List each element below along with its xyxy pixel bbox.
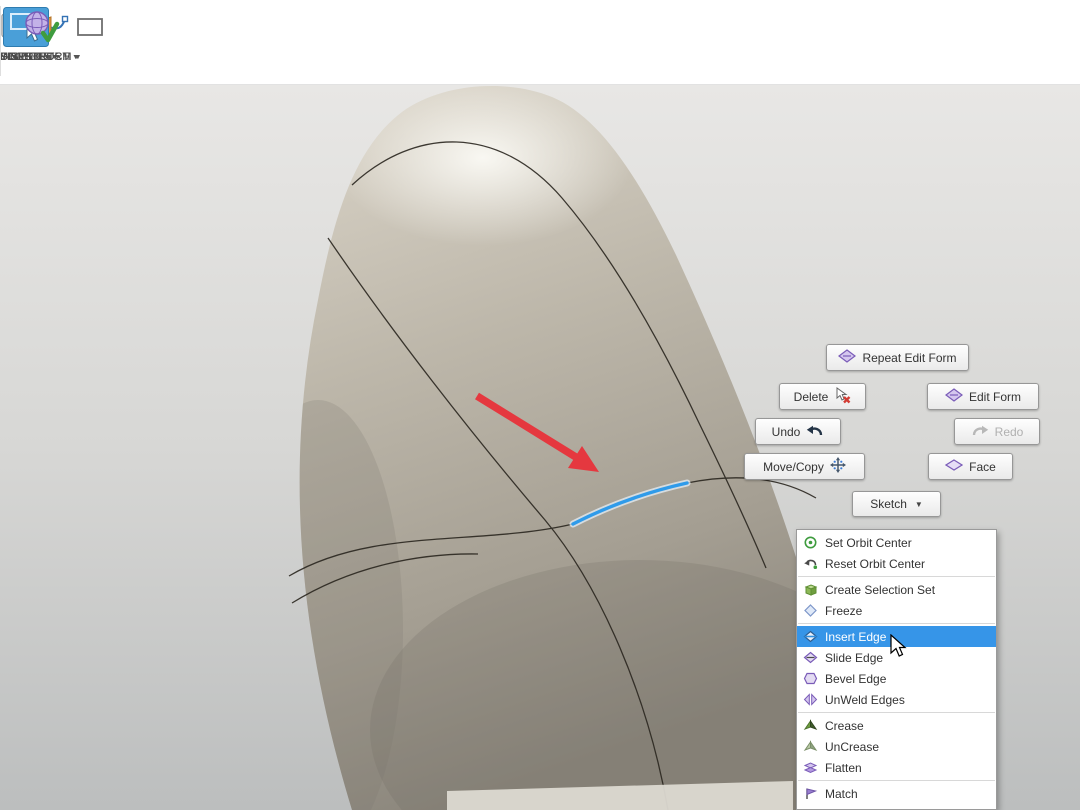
menu-item-label: Slide Edge: [825, 651, 883, 665]
menu-item-label: Crease: [825, 719, 864, 733]
context-menu: Set Orbit Center Reset Orbit Center Crea…: [796, 529, 997, 810]
toolbar-group-finish-form[interactable]: FINISH FORM ▼: [0, 0, 81, 85]
face-button[interactable]: Face: [928, 453, 1013, 480]
menu-separator: [798, 623, 995, 624]
menu-item-freeze[interactable]: Freeze: [797, 600, 996, 621]
menu-item-label: Reset Orbit Center: [825, 557, 925, 571]
menu-item-label: Match: [825, 787, 858, 801]
menu-separator: [798, 576, 995, 577]
delete-cursor-icon: [834, 387, 851, 407]
menu-item-unweld-edges[interactable]: UnWeld Edges: [797, 689, 996, 710]
button-label: Move/Copy: [763, 460, 824, 474]
freeze-icon: [803, 603, 818, 618]
redo-arrow-icon: [971, 424, 989, 440]
unweld-edges-icon: [803, 692, 818, 707]
menu-item-label: Freeze: [825, 604, 862, 618]
finish-form-sphere-check-icon[interactable]: [22, 9, 60, 45]
redo-button[interactable]: Redo: [954, 418, 1040, 445]
chevron-down-icon: ▼: [915, 500, 923, 509]
toolbar: Y ▼ UTILITIES ▼: [0, 0, 1080, 85]
menu-item-uncrease[interactable]: UnCrease: [797, 736, 996, 757]
toolbar-label-finish-form[interactable]: FINISH FORM ▼: [0, 51, 81, 63]
menu-item-slide-edge[interactable]: Slide Edge: [797, 647, 996, 668]
menu-item-label: UnCrease: [825, 740, 879, 754]
bevel-edge-icon: [803, 671, 818, 686]
menu-item-label: Insert Edge: [825, 630, 886, 644]
menu-item-match[interactable]: Match: [797, 783, 996, 804]
slide-edge-icon: [803, 650, 818, 665]
edit-form-icon: [945, 388, 963, 405]
move-copy-button[interactable]: Move/Copy: [744, 453, 865, 480]
delete-button[interactable]: Delete: [779, 383, 866, 410]
uncrease-icon: [803, 739, 818, 754]
menu-item-insert-edge[interactable]: Insert Edge: [797, 626, 996, 647]
menu-item-label: UnWeld Edges: [825, 693, 905, 707]
button-label: Redo: [995, 425, 1024, 439]
menu-item-label: Bevel Edge: [825, 672, 886, 686]
selection-set-icon: [803, 582, 818, 597]
crease-icon: [803, 718, 818, 733]
button-label: Delete: [794, 390, 829, 404]
menu-item-crease[interactable]: Crease: [797, 715, 996, 736]
undo-button[interactable]: Undo: [755, 418, 841, 445]
face-icon: [945, 459, 963, 474]
button-label: Repeat Edit Form: [862, 351, 956, 365]
menu-item-bevel-edge[interactable]: Bevel Edge: [797, 668, 996, 689]
menu-item-reset-orbit-center[interactable]: Reset Orbit Center: [797, 553, 996, 574]
repeat-edit-form-button[interactable]: Repeat Edit Form: [826, 344, 969, 371]
match-icon: [803, 786, 818, 801]
toolbar-label-text: FINISH FORM: [0, 51, 72, 63]
reset-orbit-icon: [803, 556, 818, 571]
toolbar-separator: [0, 6, 1, 76]
orbit-center-icon: [803, 535, 818, 550]
menu-item-create-selection-set[interactable]: Create Selection Set: [797, 579, 996, 600]
button-label: Sketch: [870, 497, 907, 511]
button-label: Edit Form: [969, 390, 1021, 404]
edit-form-button[interactable]: Edit Form: [927, 383, 1039, 410]
menu-item-set-orbit-center[interactable]: Set Orbit Center: [797, 532, 996, 553]
chevron-down-icon: ▼: [75, 54, 82, 61]
menu-separator: [798, 712, 995, 713]
flatten-icon: [803, 760, 818, 775]
menu-item-flatten[interactable]: Flatten: [797, 757, 996, 778]
menu-item-label: Flatten: [825, 761, 862, 775]
app-window: Y ▼ UTILITIES ▼: [0, 0, 1080, 810]
sketch-dropdown-button[interactable]: Sketch ▼: [852, 491, 941, 517]
move-arrows-icon: [830, 457, 846, 476]
menu-item-label: Set Orbit Center: [825, 536, 912, 550]
edit-form-icon: [838, 349, 856, 366]
insert-edge-icon: [803, 629, 818, 644]
button-label: Face: [969, 460, 996, 474]
button-label: Undo: [772, 425, 801, 439]
menu-separator: [798, 780, 995, 781]
menu-item-label: Create Selection Set: [825, 583, 935, 597]
undo-arrow-icon: [806, 424, 824, 440]
